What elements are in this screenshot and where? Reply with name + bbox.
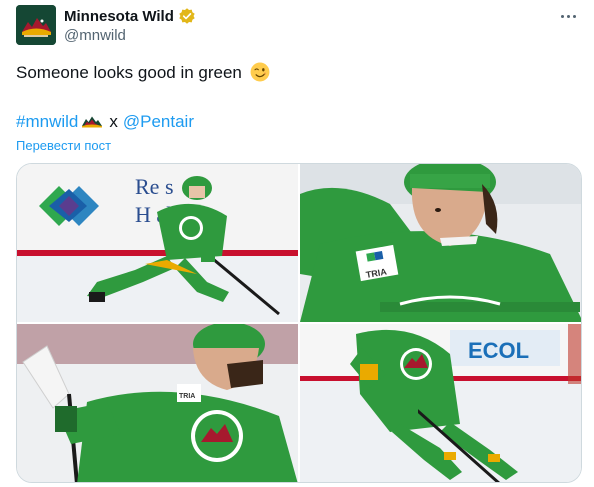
tweet-text-body: Someone looks good in green <box>16 63 242 82</box>
rink-board-text-1: Re s <box>135 174 174 199</box>
rink-board-text-4: ECOL <box>468 338 529 363</box>
photo-player-holding-stick-closeup[interactable]: TRIA <box>17 324 298 482</box>
photo-player-skating-puck[interactable]: ECOL <box>300 324 581 482</box>
media-grid: Re s H al TRIA TRIA ECOL <box>16 163 582 483</box>
verified-badge-icon <box>179 8 195 24</box>
minnesota-wild-logo-icon <box>16 5 56 45</box>
photo-player-closeup-green-jersey[interactable]: TRIA <box>300 164 581 322</box>
author-name-row: Minnesota Wild <box>64 7 196 25</box>
photo-skating-player-rink-boards[interactable]: Re s H al <box>17 164 298 322</box>
hashtag-line: #mnwild x @Pentair <box>16 111 194 133</box>
author-display-name[interactable]: Minnesota Wild <box>64 8 174 25</box>
hashtag-link[interactable]: #mnwild <box>16 111 78 133</box>
winking-face-emoji-icon <box>250 62 270 82</box>
photo-3-image: TRIA <box>17 324 298 482</box>
more-dots-icon <box>560 14 564 18</box>
author-handle[interactable]: @mnwild <box>64 27 126 44</box>
avatar[interactable] <box>16 5 56 45</box>
tweet-text: Someone looks good in green <box>16 62 270 84</box>
translate-post-link[interactable]: Перевести пост <box>16 138 111 153</box>
more-options-button[interactable] <box>556 6 580 26</box>
photo-2-image: TRIA <box>300 164 581 322</box>
wild-logo-emoji-icon <box>82 116 103 128</box>
separator-x: x <box>109 112 118 131</box>
tria-patch-text-2: TRIA <box>179 393 195 400</box>
photo-4-image: ECOL <box>300 324 581 482</box>
photo-1-image: Re s H al <box>17 164 298 322</box>
mention-link[interactable]: @Pentair <box>123 111 194 133</box>
